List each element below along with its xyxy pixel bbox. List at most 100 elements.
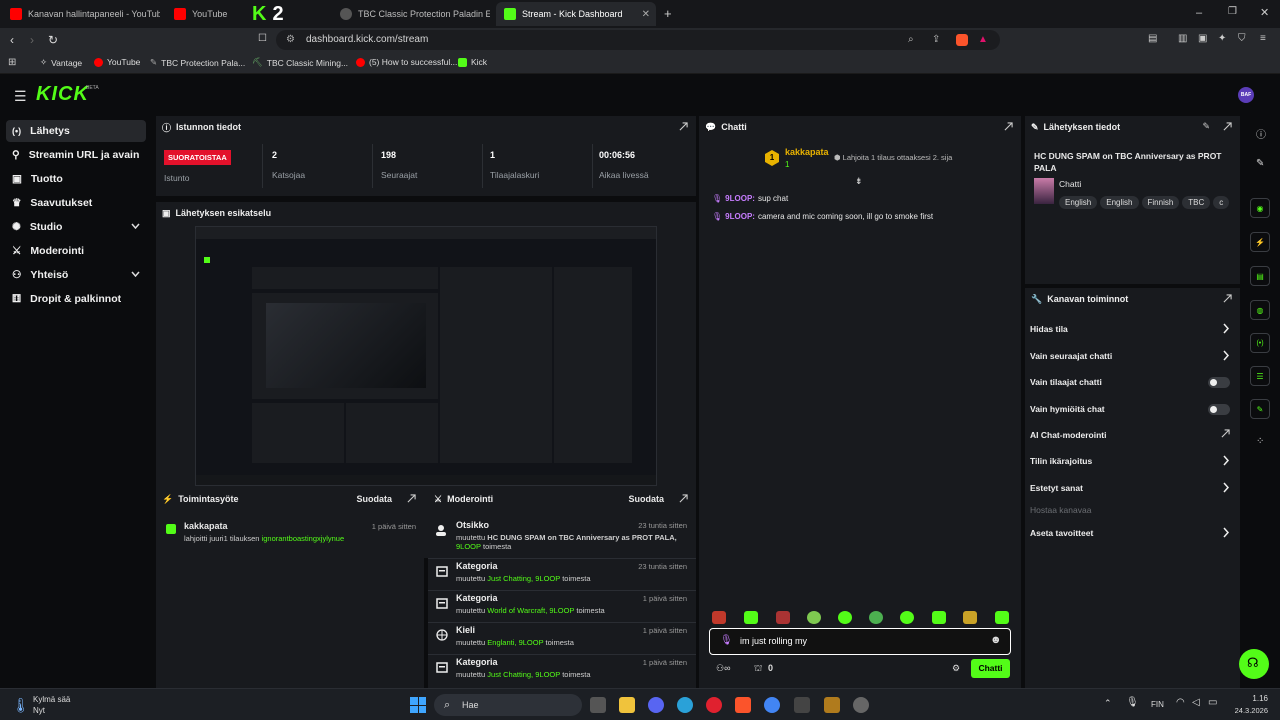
tray-expand-icon[interactable]: ⌃: [1104, 698, 1112, 709]
vpn-icon[interactable]: ⛉: [1238, 33, 1246, 44]
wallet-icon[interactable]: ▣: [1198, 33, 1207, 44]
file-explorer-icon[interactable]: [619, 697, 635, 713]
bookmark-icon[interactable]: ☐: [258, 33, 267, 44]
category-thumbnail[interactable]: [1034, 178, 1054, 204]
sidebar-item-community[interactable]: ⚇ Yhteisö: [6, 264, 146, 286]
chrome-icon[interactable]: [764, 697, 780, 713]
tab-kick-dashboard[interactable]: Stream - Kick Dashboard ✕: [496, 2, 656, 26]
action-blocked-words[interactable]: Estetyt sanat: [1030, 479, 1230, 497]
rail-button-camera[interactable]: ◉: [1250, 198, 1270, 218]
expand-icon[interactable]: [1223, 294, 1232, 303]
tab-kick-k2[interactable]: K 2: [244, 2, 324, 26]
maximize-icon[interactable]: ❐: [1228, 6, 1237, 17]
sidebar-item-moderation[interactable]: ⚔ Moderointi: [6, 240, 146, 262]
bookmark-youtube[interactable]: YouTube: [94, 57, 140, 67]
info-icon[interactable]: ⓘ: [1256, 126, 1266, 141]
tag[interactable]: TBC: [1182, 196, 1211, 209]
activity-username[interactable]: kakkapata: [184, 521, 228, 531]
zoom-icon[interactable]: ⌕: [908, 30, 914, 50]
emoji-icon[interactable]: ☻: [990, 634, 1002, 646]
reader-icon[interactable]: ▤: [1148, 33, 1157, 44]
microphone-icon[interactable]: 🎙: [1126, 697, 1139, 708]
action-followers-only[interactable]: Vain seuraajat chatti: [1030, 347, 1230, 365]
bookmark-kick[interactable]: Kick: [458, 57, 487, 67]
rail-button-broadcast[interactable]: (•): [1250, 333, 1270, 353]
forward-icon[interactable]: ›: [30, 33, 34, 47]
windows-start-icon[interactable]: [410, 697, 426, 713]
emote-icon[interactable]: [807, 611, 821, 624]
toggle-switch[interactable]: [1208, 404, 1230, 415]
obs-icon[interactable]: [853, 697, 869, 713]
reload-icon[interactable]: ↻: [48, 33, 58, 47]
taskbar-search[interactable]: ⌕ Hae: [434, 694, 582, 716]
tag[interactable]: English: [1059, 196, 1098, 209]
chat-settings-icon[interactable]: ⚇∞: [716, 663, 730, 674]
leo-ai-icon[interactable]: ✦: [1218, 33, 1226, 44]
sidebar-item-achievements[interactable]: ♛ Saavutukset: [6, 192, 146, 214]
activity-target-user[interactable]: ignorantboastingxjylynue: [262, 534, 345, 543]
stream-preview-video[interactable]: [195, 226, 657, 486]
emote-icon[interactable]: [712, 611, 726, 624]
action-emotes-only[interactable]: Vain hymiöitä chat: [1030, 400, 1230, 418]
new-tab-icon[interactable]: +: [664, 6, 672, 21]
collapse-pinned-icon[interactable]: ⇟: [855, 176, 863, 187]
brave-shield-icon[interactable]: [956, 34, 968, 46]
warcraft-icon[interactable]: [824, 697, 840, 713]
volume-icon[interactable]: ◁: [1192, 697, 1200, 708]
emote-icon[interactable]: [869, 611, 883, 624]
sidebar-toggle-icon[interactable]: ▥: [1178, 33, 1187, 44]
menu-icon[interactable]: ≡: [1260, 33, 1266, 44]
tab-tbc-paladin[interactable]: TBC Classic Protection Paladin Enchants: [332, 2, 490, 26]
emote-icon[interactable]: [838, 611, 852, 624]
action-subscribers-only[interactable]: Vain tilaajat chatti: [1030, 373, 1230, 391]
expand-icon[interactable]: [1004, 122, 1013, 131]
rail-button-chat[interactable]: ◍: [1250, 300, 1270, 320]
tag[interactable]: Finnish: [1141, 196, 1180, 209]
emote-icon[interactable]: [995, 611, 1009, 624]
kick-logo[interactable]: KICK: [36, 83, 89, 106]
url-field[interactable]: ⚙ dashboard.kick.com/stream ⌕ ⇪ ▲: [276, 30, 1000, 50]
tab-youtube-studio[interactable]: Kanavan hallintapaneeli - YouTube Studio: [2, 2, 160, 26]
site-info-icon[interactable]: ⚙: [286, 30, 295, 50]
tab-youtube[interactable]: YouTube: [166, 2, 241, 26]
bookmark-how-to[interactable]: (5) How to successful...: [356, 57, 457, 67]
support-chat-button[interactable]: ☊: [1239, 649, 1269, 679]
close-window-icon[interactable]: ✕: [1260, 6, 1269, 19]
moderation-filter-button[interactable]: Suodata: [628, 494, 664, 504]
brave-icon[interactable]: [735, 697, 751, 713]
minimize-icon[interactable]: –: [1196, 7, 1202, 19]
app-icon[interactable]: [677, 697, 693, 713]
activity-filter-button[interactable]: Suodata: [356, 494, 392, 504]
battery-icon[interactable]: ▭: [1208, 697, 1217, 708]
rail-button-list[interactable]: ☰: [1250, 366, 1270, 386]
category-name[interactable]: Chatti: [1059, 179, 1081, 189]
sidebar-item-drops[interactable]: ⚅ Dropit & palkinnot: [6, 288, 146, 310]
emote-icon[interactable]: [776, 611, 790, 624]
user-avatar[interactable]: BAF: [1238, 87, 1254, 103]
language-indicator[interactable]: FIN: [1151, 700, 1164, 709]
pinned-username[interactable]: kakkapata: [785, 147, 829, 157]
action-slow-mode[interactable]: Hidas tila: [1030, 320, 1230, 338]
share-icon[interactable]: ⇪: [932, 30, 940, 50]
sidebar-item-stream-url[interactable]: ⚲ Streamin URL ja avain: [6, 144, 146, 166]
close-tab-icon[interactable]: ✕: [642, 9, 650, 20]
expand-icon[interactable]: [407, 494, 416, 503]
back-icon[interactable]: ‹: [10, 33, 14, 47]
sidebar-item-studio[interactable]: ✺ Studio: [6, 216, 146, 238]
discord-icon[interactable]: [648, 697, 664, 713]
brave-rewards-icon[interactable]: ▲: [978, 30, 988, 50]
chat-input[interactable]: 🎙 im just rolling my ☻: [709, 628, 1011, 655]
gear-icon[interactable]: ⚙: [952, 663, 960, 674]
emote-icon[interactable]: [744, 611, 758, 624]
expand-icon[interactable]: [679, 122, 688, 131]
action-set-goals[interactable]: Aseta tavoitteet: [1030, 524, 1230, 542]
edit-icon[interactable]: ✎: [1256, 158, 1264, 169]
sidebar-item-broadcast[interactable]: (•) Lähetys: [6, 120, 146, 142]
bookmark-tbc-mining[interactable]: ⛏ TBC Classic Mining...: [252, 57, 348, 68]
opera-icon[interactable]: [706, 697, 722, 713]
action-age-restriction[interactable]: Tilin ikärajoitus: [1030, 452, 1230, 470]
send-chat-button[interactable]: Chatti: [971, 659, 1010, 678]
rail-button-notes[interactable]: ▤: [1250, 266, 1270, 286]
emote-icon[interactable]: [963, 611, 977, 624]
bookmark-vantage[interactable]: ✧ Vantage: [40, 57, 82, 68]
